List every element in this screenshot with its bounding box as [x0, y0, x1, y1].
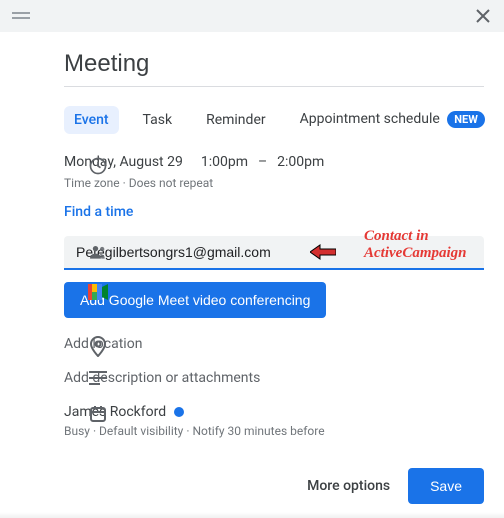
calendar-icon [84, 405, 112, 423]
start-time: 1:00pm [201, 154, 248, 170]
tab-label: Appointment schedule [300, 111, 440, 127]
save-button[interactable]: Save [408, 468, 484, 504]
tab-appointment-schedule[interactable]: Appointment schedule NEW [290, 105, 495, 134]
event-title-input[interactable] [64, 44, 484, 87]
time-dash: – [258, 154, 267, 170]
google-meet-icon [84, 284, 112, 300]
new-badge: NEW [447, 111, 485, 128]
tab-reminder[interactable]: Reminder [196, 106, 276, 134]
external-annotation-text: Contact in ActiveCampaign [364, 228, 467, 263]
event-quick-create-dialog: Event Task Reminder Appointment schedule… [0, 0, 504, 518]
dialog-topbar [0, 0, 504, 32]
calendar-color-dot [174, 407, 184, 417]
organizer-sub[interactable]: Busy · Default visibility · Notify 30 mi… [64, 424, 484, 438]
end-time: 2:00pm [277, 154, 324, 170]
organizer-line[interactable]: James Rockford [64, 404, 484, 420]
location-pin-icon [84, 335, 112, 357]
bottom-shadow [0, 512, 504, 518]
timezone-repeat-text[interactable]: Time zone · Does not repeat [64, 176, 484, 190]
clock-icon [84, 156, 112, 176]
organizer-name: James Rockford [64, 404, 166, 420]
find-a-time-link[interactable]: Find a time [64, 204, 484, 220]
type-tabs: Event Task Reminder Appointment schedule… [64, 105, 484, 134]
tab-event[interactable]: Event [64, 106, 119, 134]
drag-handle-icon[interactable] [12, 11, 30, 21]
datetime-line[interactable]: Monday, August 29 1:00pm – 2:00pm [64, 154, 484, 170]
tab-task[interactable]: Task [133, 106, 183, 134]
more-options-button[interactable]: More options [307, 478, 390, 494]
dialog-footer: More options Save [307, 468, 484, 504]
close-icon[interactable] [474, 7, 492, 25]
people-icon [84, 242, 112, 262]
description-icon [84, 371, 112, 385]
date-text: Monday, August 29 [64, 154, 183, 170]
red-arrow-annotation-icon [310, 244, 336, 260]
